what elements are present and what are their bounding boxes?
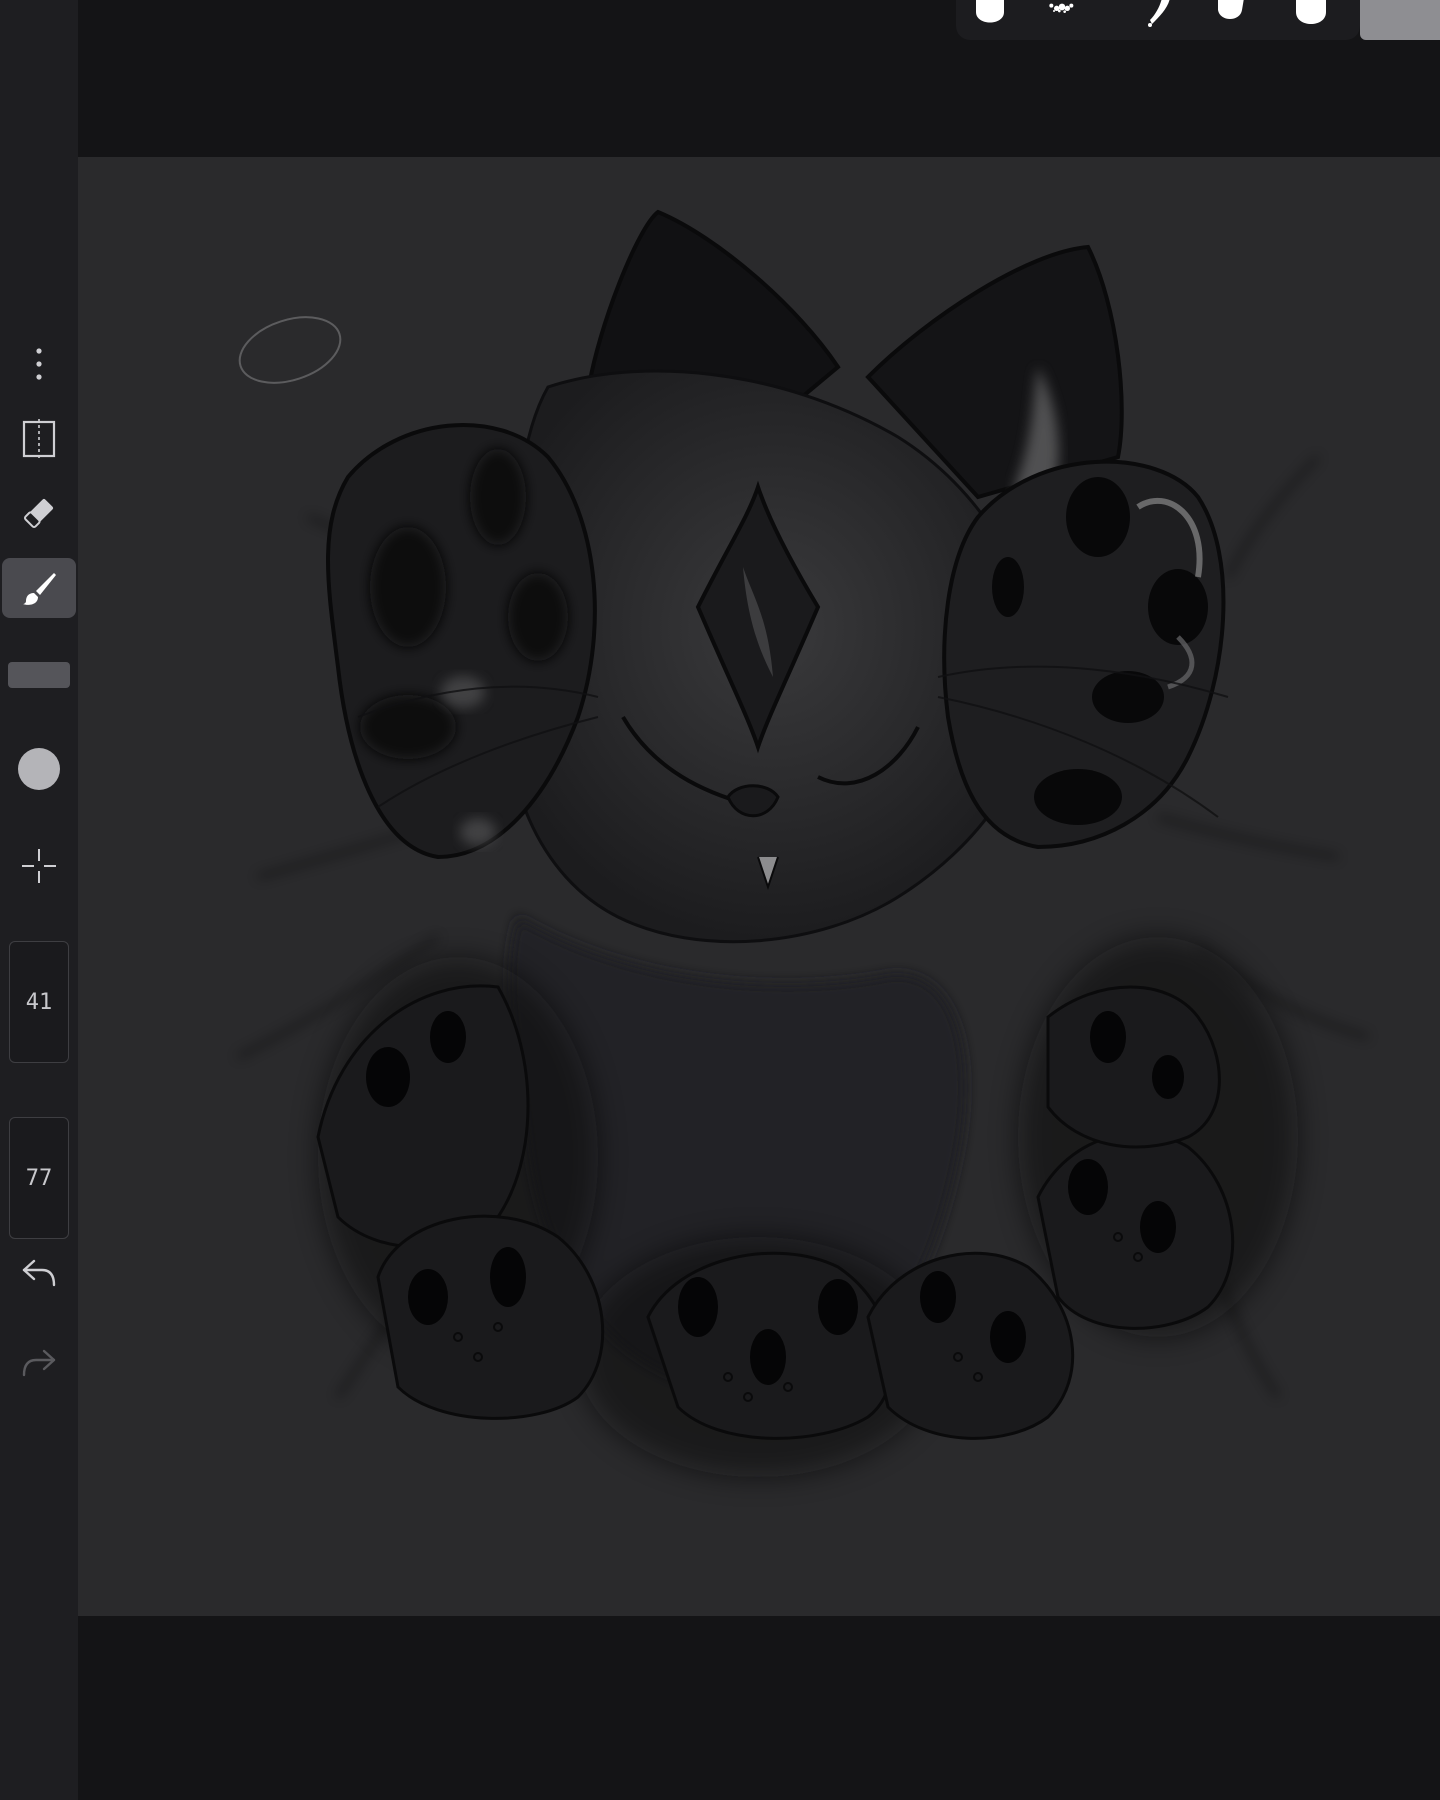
brush-icon	[23, 573, 56, 605]
transform-tool-button[interactable]	[2, 836, 76, 896]
more-options-button[interactable]	[2, 334, 76, 394]
color-swatch[interactable]	[1360, 0, 1440, 40]
drawing-canvas[interactable]	[78, 157, 1440, 1616]
brush-tool-button[interactable]	[2, 558, 76, 618]
brush-opacity-slider[interactable]	[18, 748, 60, 790]
brush-size-slider[interactable]	[8, 662, 70, 688]
redo-icon	[22, 1349, 56, 1377]
drawing-app: 41 77	[0, 0, 1440, 1800]
round-brush-icon[interactable]	[970, 0, 1010, 30]
undo-button[interactable]	[2, 1242, 76, 1302]
selection-tool-button[interactable]	[2, 409, 76, 469]
brush-size-value[interactable]: 41	[9, 941, 69, 1063]
eraser-icon	[23, 498, 54, 529]
brush-opacity-value[interactable]: 77	[9, 1117, 69, 1239]
airbrush-icon[interactable]	[1042, 0, 1082, 30]
left-toolbar: 41 77	[0, 0, 78, 1800]
creature-sketch-artwork	[237, 209, 1369, 1477]
eraser-tool-button[interactable]	[2, 483, 76, 543]
crosshair-icon	[22, 849, 56, 883]
ink-brush-icon[interactable]	[1138, 0, 1178, 30]
selection-icon	[22, 419, 56, 459]
round-brush-small-icon[interactable]	[1210, 0, 1250, 30]
undo-icon	[22, 1259, 56, 1287]
round-brush-large-icon[interactable]	[1290, 0, 1330, 30]
redo-button[interactable]	[2, 1332, 76, 1392]
more-vertical-icon	[36, 348, 42, 380]
brush-library-strip	[956, 0, 1360, 40]
